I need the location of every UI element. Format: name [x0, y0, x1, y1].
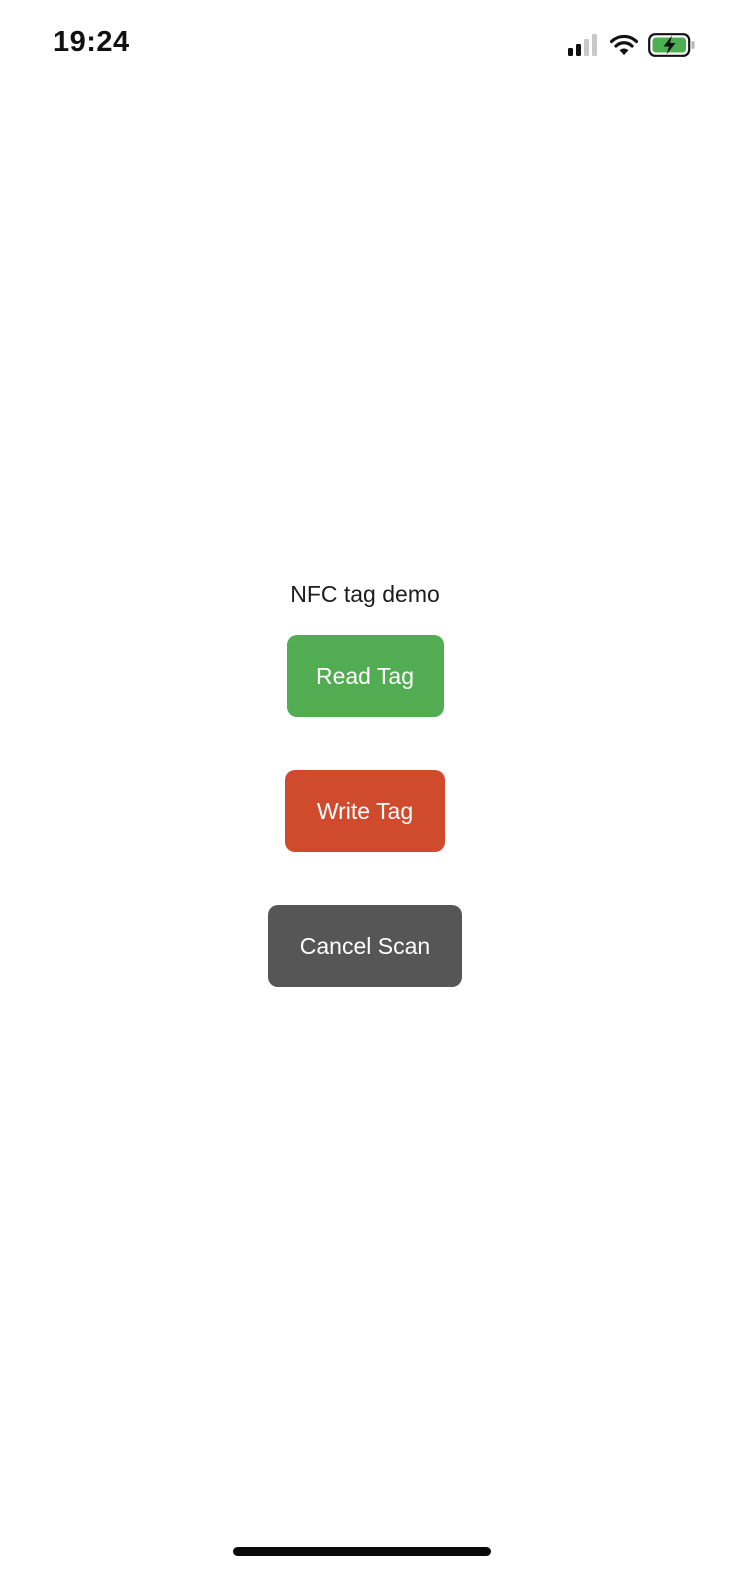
cellular-signal-icon	[568, 34, 600, 56]
battery-charging-icon	[648, 33, 696, 57]
status-time: 19:24	[53, 26, 130, 58]
home-indicator[interactable]	[233, 1547, 491, 1556]
read-tag-button[interactable]: Read Tag	[286, 635, 444, 717]
page-title: NFC tag demo	[290, 581, 440, 607]
main-content: NFC tag demo Read Tag Write Tag Cancel S…	[0, 572, 730, 987]
wifi-icon	[610, 34, 638, 56]
status-icons	[568, 30, 696, 60]
cancel-scan-button[interactable]: Cancel Scan	[268, 905, 462, 987]
write-tag-button[interactable]: Write Tag	[285, 770, 445, 852]
status-bar: 19:24	[0, 0, 730, 90]
